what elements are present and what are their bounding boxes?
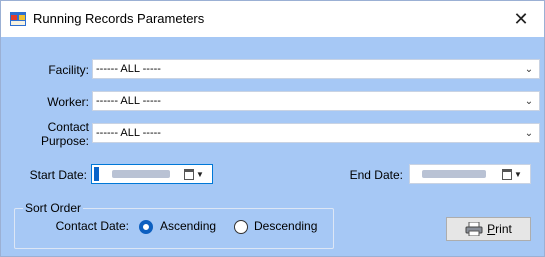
ascending-label[interactable]: Ascending <box>160 219 216 233</box>
descending-radio[interactable] <box>234 220 248 234</box>
chevron-down-icon: ⌄ <box>524 95 534 107</box>
close-button[interactable]: ✕ <box>498 1 544 37</box>
contact-date-label: Contact Date: <box>55 219 129 233</box>
title-bar[interactable]: Running Records Parameters ✕ <box>1 1 544 37</box>
contact-purpose-label-line1: Contact <box>47 120 89 134</box>
facility-dropdown[interactable]: ------ ALL ----- ⌄ <box>92 59 540 79</box>
facility-value: ------ ALL ----- <box>96 63 161 75</box>
end-calendar-button[interactable]: ▼ <box>502 167 526 181</box>
sort-order-title: Sort Order <box>23 201 84 215</box>
descending-label[interactable]: Descending <box>254 219 317 233</box>
print-label: Print <box>487 222 512 236</box>
worker-dropdown[interactable]: ------ ALL ----- ⌄ <box>92 91 540 111</box>
worker-value: ------ ALL ----- <box>96 95 161 107</box>
dropdown-arrow-icon: ▼ <box>514 169 522 179</box>
print-button[interactable]: Print <box>446 217 531 241</box>
dialog-window: Running Records Parameters ✕ Facility: -… <box>0 0 545 257</box>
calendar-icon <box>184 168 194 180</box>
start-calendar-button[interactable]: ▼ <box>184 167 208 181</box>
contact-purpose-label-line2: Purpose: <box>40 134 89 148</box>
close-icon: ✕ <box>513 8 529 29</box>
window-title: Running Records Parameters <box>33 11 205 26</box>
chevron-down-icon: ⌄ <box>524 63 534 75</box>
contact-purpose-value: ------ ALL ----- <box>96 127 161 139</box>
start-date-label: Start Date: <box>29 168 87 182</box>
end-date-picker[interactable]: ▼ <box>409 164 531 184</box>
start-date-value-redacted <box>112 170 170 178</box>
start-date-picker[interactable]: ▼ <box>91 164 213 184</box>
ascending-radio[interactable] <box>139 220 153 234</box>
date-selection-highlight <box>94 167 99 181</box>
calendar-icon <box>502 168 512 180</box>
facility-label: Facility: <box>48 63 89 77</box>
report-app-icon <box>10 12 26 26</box>
chevron-down-icon: ⌄ <box>524 127 534 139</box>
printer-icon <box>465 222 483 236</box>
worker-label: Worker: <box>47 95 89 109</box>
end-date-value-redacted <box>422 170 486 178</box>
dropdown-arrow-icon: ▼ <box>196 169 204 179</box>
contact-purpose-dropdown[interactable]: ------ ALL ----- ⌄ <box>92 123 540 143</box>
end-date-label: End Date: <box>349 168 403 182</box>
